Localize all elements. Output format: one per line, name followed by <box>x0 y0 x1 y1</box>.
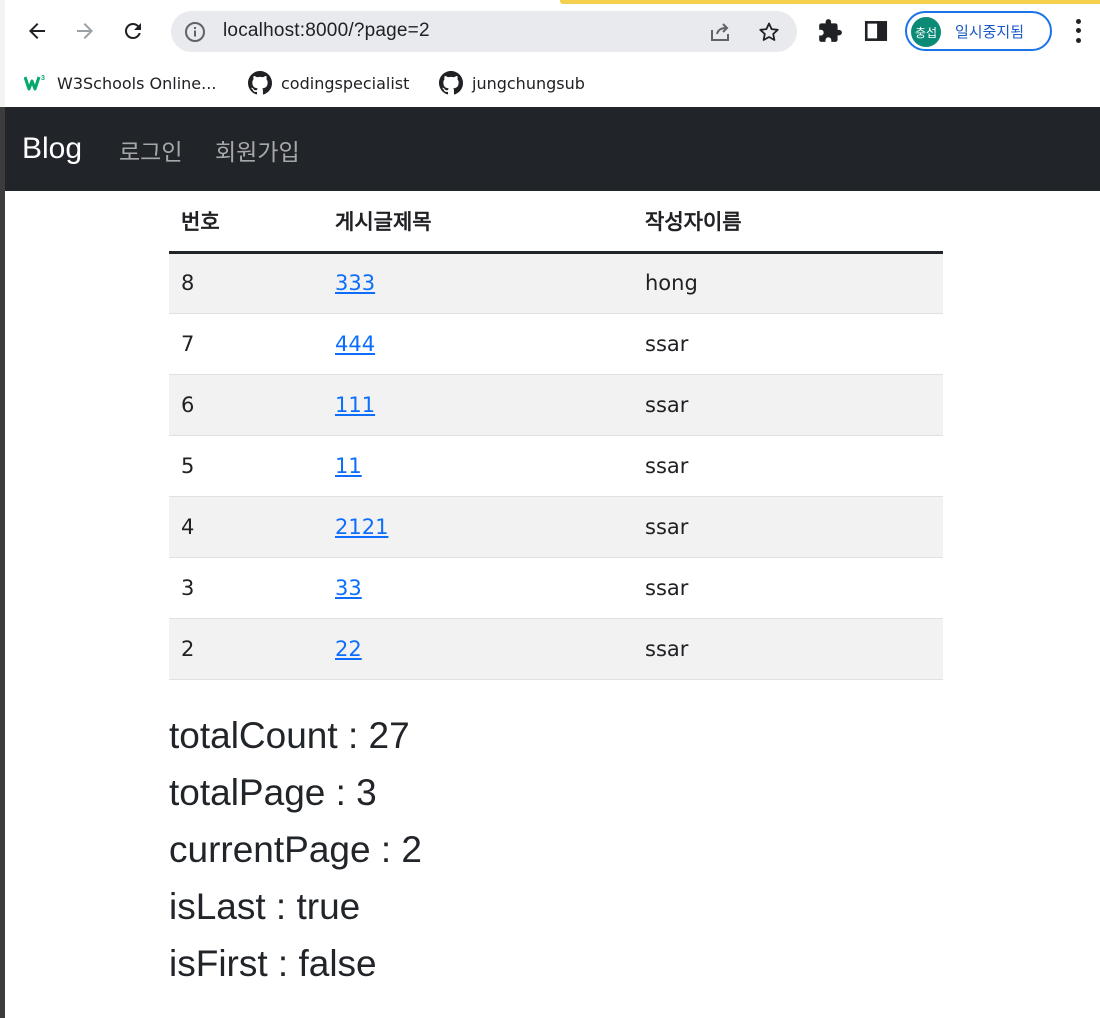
post-title-link[interactable]: 333 <box>335 271 375 295</box>
post-title-link[interactable]: 111 <box>335 393 375 417</box>
table-row: 4 2121 ssar <box>169 496 943 558</box>
stat-is-last: isLast : true <box>169 886 361 927</box>
table-row: 7 444 ssar <box>169 313 943 375</box>
cell-author: ssar <box>633 557 943 619</box>
browser-toolbar: localhost:8000/?page=2 충섭 일시중지됨 <box>5 0 1100 62</box>
post-title-link[interactable]: 2121 <box>335 515 388 539</box>
share-icon[interactable] <box>708 20 732 44</box>
star-icon[interactable] <box>757 20 781 44</box>
cell-title: 33 <box>323 557 633 619</box>
stat-total-page: totalPage : 3 <box>169 772 377 813</box>
cell-title: 444 <box>323 313 633 375</box>
reload-button[interactable] <box>116 14 150 48</box>
cell-number: 6 <box>169 374 323 436</box>
cell-author: ssar <box>633 374 943 436</box>
header-title: 게시글제목 <box>323 191 633 254</box>
post-title-link[interactable]: 11 <box>335 454 362 478</box>
profile-status-label: 일시중지됨 <box>955 23 1025 41</box>
side-panel-icon[interactable] <box>863 18 889 44</box>
bookmark-label: codingspecialist <box>281 73 410 93</box>
cell-number: 8 <box>169 252 323 314</box>
dot-icon <box>1075 28 1081 34</box>
nav-link-login[interactable]: 로그인 <box>119 133 182 167</box>
arrow-left-icon <box>29 23 45 39</box>
dot-icon <box>1075 19 1081 25</box>
w3schools-icon: 3 <box>24 71 48 95</box>
cell-number: 3 <box>169 557 323 619</box>
avatar: 충섭 <box>911 17 941 47</box>
arrow-right-icon <box>77 23 93 39</box>
table-header-row: 번호 게시글제목 작성자이름 <box>169 191 943 254</box>
bookmark-codingspecialist[interactable]: codingspecialist <box>248 68 409 98</box>
header-author: 작성자이름 <box>633 191 943 254</box>
reload-icon <box>124 22 141 39</box>
github-icon <box>248 71 272 95</box>
github-icon <box>439 71 463 95</box>
table-row: 3 33 ssar <box>169 557 943 619</box>
svg-text:3: 3 <box>41 75 45 82</box>
cell-number: 5 <box>169 435 323 497</box>
cell-title: 333 <box>323 252 633 314</box>
table-row: 2 22 ssar <box>169 618 943 680</box>
cell-title: 22 <box>323 618 633 680</box>
bookmark-w3schools[interactable]: 3 W3Schools Online... <box>24 68 216 98</box>
cell-title: 11 <box>323 435 633 497</box>
back-button[interactable] <box>20 14 54 48</box>
nav-link-signup[interactable]: 회원가입 <box>215 133 300 167</box>
window-accent-line <box>560 0 1100 4</box>
navbar-brand[interactable]: Blog <box>22 132 82 166</box>
cell-author: ssar <box>633 313 943 375</box>
info-icon[interactable] <box>183 20 207 44</box>
table-row: 8 333 hong <box>169 252 943 314</box>
stat-current-page: currentPage : 2 <box>169 829 422 870</box>
url-text[interactable]: localhost:8000/?page=2 <box>223 20 430 42</box>
cell-author: hong <box>633 252 943 314</box>
stat-is-first: isFirst : false <box>169 943 377 984</box>
cell-number: 2 <box>169 618 323 680</box>
paging-stats: totalCount : 27 totalPage : 3 currentPag… <box>169 707 422 992</box>
bookmark-jungchungsub[interactable]: jungchungsub <box>439 68 585 98</box>
table-row: 5 11 ssar <box>169 435 943 497</box>
bookmarks-bar: 3 W3Schools Online... codingspecialist j… <box>5 62 1100 107</box>
cell-number: 4 <box>169 496 323 558</box>
table-row: 6 111 ssar <box>169 374 943 436</box>
post-title-link[interactable]: 22 <box>335 637 362 661</box>
bookmark-label: W3Schools Online... <box>57 73 217 93</box>
address-bar[interactable]: localhost:8000/?page=2 <box>171 11 797 52</box>
browser-menu-button[interactable] <box>1068 17 1088 45</box>
dot-icon <box>1075 37 1081 43</box>
cell-author: ssar <box>633 435 943 497</box>
site-navbar: Blog 로그인 회원가입 <box>5 107 1100 191</box>
post-title-link[interactable]: 33 <box>335 576 362 600</box>
cell-author: ssar <box>633 618 943 680</box>
forward-button[interactable] <box>68 14 102 48</box>
post-title-link[interactable]: 444 <box>335 332 375 356</box>
cell-number: 7 <box>169 313 323 375</box>
bookmark-label: jungchungsub <box>472 73 585 93</box>
cell-title: 2121 <box>323 496 633 558</box>
stat-total-count: totalCount : 27 <box>169 715 410 756</box>
cell-title: 111 <box>323 374 633 436</box>
profile-button[interactable]: 충섭 일시중지됨 <box>905 11 1052 51</box>
header-number: 번호 <box>169 191 323 254</box>
cell-author: ssar <box>633 496 943 558</box>
extensions-puzzle-icon[interactable] <box>817 18 843 44</box>
board-table: 번호 게시글제목 작성자이름 8 333 hong 7 444 ssar 6 1… <box>169 191 943 680</box>
